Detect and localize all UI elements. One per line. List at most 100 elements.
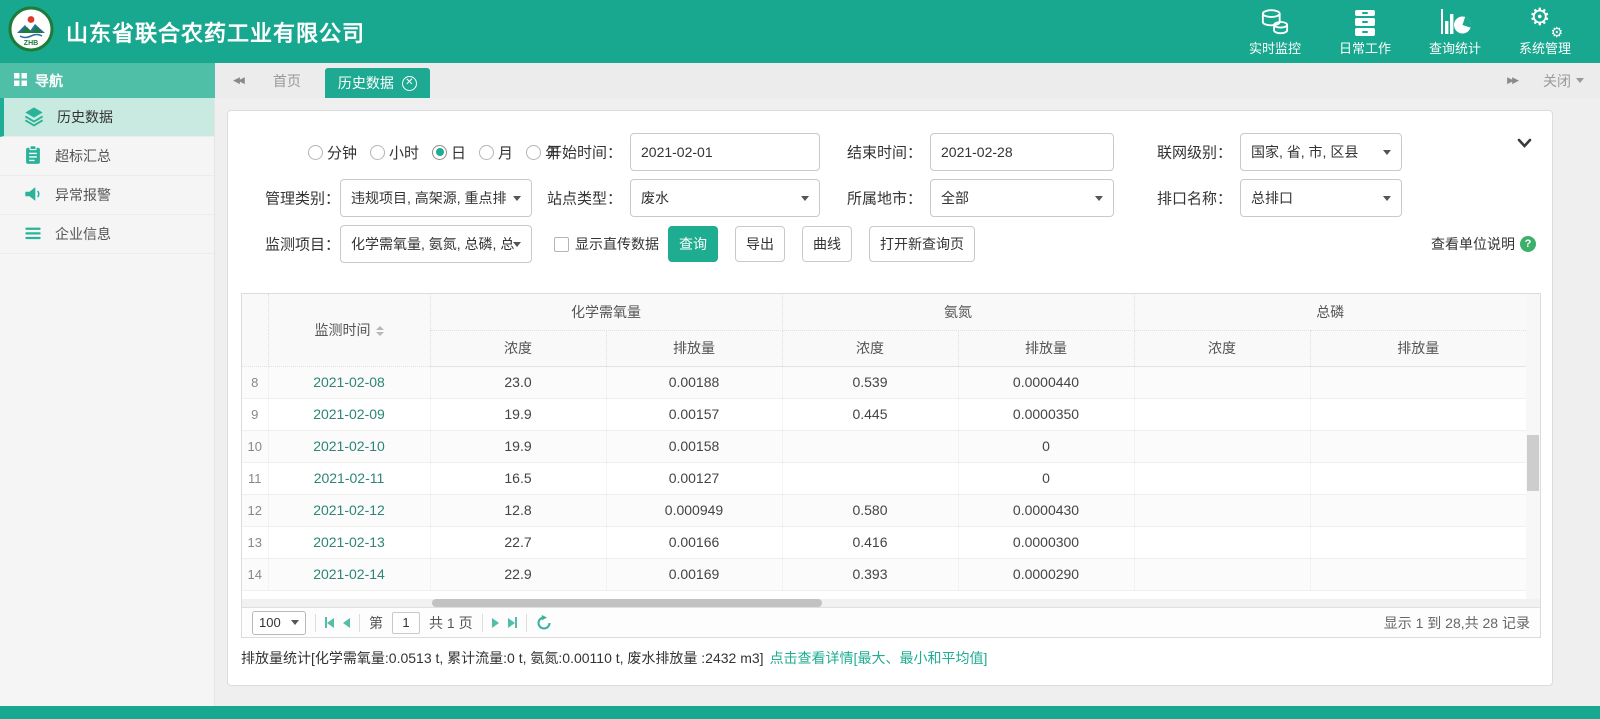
phosphorus-conc [1134, 430, 1310, 462]
date-link[interactable]: 2021-02-13 [268, 526, 430, 558]
city-select[interactable]: 全部 [930, 179, 1114, 217]
date-link[interactable]: 2021-02-12 [268, 494, 430, 526]
radio-minute[interactable]: 分钟 [308, 142, 357, 163]
close-menu-button[interactable]: 关闭 [1543, 71, 1584, 91]
ammonia-conc: 0.445 [782, 398, 958, 430]
phosphorus-emission [1310, 430, 1526, 462]
tab-home[interactable]: 首页 [249, 71, 325, 91]
date-link[interactable]: 2021-02-09 [268, 398, 430, 430]
header-sub-row: 浓度 排放量 浓度 排放量 浓度 排放量 [242, 330, 1526, 366]
refresh-icon[interactable] [536, 615, 552, 631]
sidebar-item-label: 异常报警 [55, 185, 111, 205]
monitor-item-select[interactable]: 化学需氧量, 氨氮, 总磷, 总 [340, 225, 532, 263]
site-type-select[interactable]: 废水 [630, 179, 820, 217]
filter-row-1: 分钟 小时 日 月 年 开始时间： 结束时间： 联网级别： 国家, 省, 市, … [228, 129, 1552, 175]
table-row: 8 2021-02-08 23.0 0.00188 0.539 0.000044… [242, 366, 1526, 398]
mgmt-type-select[interactable]: 违规项目, 高架源, 重点排 [340, 179, 532, 217]
caret-down-icon [1383, 150, 1391, 155]
stats-detail-link[interactable]: 点击查看详情[最大、最小和平均值] [770, 648, 988, 668]
curve-button[interactable]: 曲线 [802, 226, 852, 262]
start-time-input-wrap [630, 133, 820, 171]
horizontal-scrollbar [242, 599, 1540, 607]
date-link[interactable]: 2021-02-10 [268, 430, 430, 462]
first-page-button[interactable] [325, 617, 334, 628]
nav-item-label: 实时监控 [1249, 38, 1301, 57]
cod-emission: 0.00188 [606, 366, 782, 398]
caret-down-icon [513, 242, 521, 247]
start-time-input[interactable] [641, 144, 797, 160]
radio-day[interactable]: 日 [432, 142, 466, 163]
row-number: 13 [242, 526, 268, 558]
unit-help-label: 查看单位说明 [1431, 234, 1515, 254]
svg-text:ZHB: ZHB [24, 40, 38, 47]
export-button[interactable]: 导出 [735, 226, 785, 262]
nav-daily-work[interactable]: 日常工作 [1332, 6, 1398, 57]
query-button[interactable]: 查询 [668, 226, 718, 262]
select-value: 全部 [941, 188, 969, 208]
nav-query-statistics[interactable]: 查询统计 [1422, 6, 1488, 57]
prev-page-button[interactable] [343, 618, 350, 628]
date-link[interactable]: 2021-02-08 [268, 366, 430, 398]
filter-row-2: 管理类别： 违规项目, 高架源, 重点排 站点类型： 废水 所属地市： 全部 排… [228, 175, 1552, 221]
radio-month[interactable]: 月 [479, 142, 513, 163]
group-header-cod: 化学需氧量 [430, 294, 782, 330]
network-level-select[interactable]: 国家, 省, 市, 区县 [1240, 133, 1402, 171]
nav-realtime-monitor[interactable]: 实时监控 [1242, 6, 1308, 57]
sidebar-item-exceed-summary[interactable]: 超标汇总 [0, 137, 214, 176]
row-number: 9 [242, 398, 268, 430]
next-page-button[interactable] [492, 618, 499, 628]
table-row: 10 2021-02-10 19.9 0.00158 0 [242, 430, 1526, 462]
emission-stats-text: 排放量统计[化学需氧量:0.0513 t, 累计流量:0 t, 氨氮:0.001… [241, 648, 764, 668]
phosphorus-conc [1134, 398, 1310, 430]
group-header-phosphorus: 总磷 [1134, 294, 1526, 330]
radio-icon [370, 145, 385, 160]
vertical-scrollbar-thumb[interactable] [1527, 435, 1539, 491]
outlet-select[interactable]: 总排口 [1240, 179, 1402, 217]
page-number-input[interactable] [392, 612, 420, 634]
cod-emission: 0.00169 [606, 558, 782, 590]
cod-emission: 0.00166 [606, 526, 782, 558]
page-prefix-label: 第 [369, 613, 383, 633]
end-time-input[interactable] [941, 144, 1091, 160]
data-grid: 监测时间 化学需氧量 氨氮 总磷 浓度 排放量 浓度 排放量 浓度 排放量 [241, 293, 1541, 638]
radio-hour[interactable]: 小时 [370, 142, 419, 163]
database-icon [1260, 6, 1290, 36]
sort-icon[interactable] [376, 326, 384, 336]
last-page-button[interactable] [508, 617, 517, 628]
divider [526, 614, 527, 632]
select-value: 化学需氧量, 氨氮, 总磷, 总 [351, 234, 514, 254]
date-link[interactable]: 2021-02-14 [268, 558, 430, 590]
sidebar-item-company-info[interactable]: 企业信息 [0, 215, 214, 254]
pagination-bar: 100 第 共 1 页 [242, 607, 1540, 637]
sidebar-item-abnormal-alarm[interactable]: 异常报警 [0, 176, 214, 215]
tab-close-icon[interactable]: ✕ [402, 76, 417, 91]
layers-icon [23, 105, 45, 130]
direct-data-checkbox[interactable]: 显示直传数据 [554, 234, 659, 254]
emission-stats: 排放量统计[化学需氧量:0.0513 t, 累计流量:0 t, 氨氮:0.001… [241, 648, 987, 668]
subheader-emission: 排放量 [958, 330, 1134, 366]
nav-system-management[interactable]: ⚙⚙ 系统管理 [1512, 6, 1578, 57]
record-summary: 显示 1 到 28,共 28 记录 [1384, 613, 1530, 633]
tab-history-data[interactable]: 历史数据 ✕ [325, 68, 430, 98]
page-size-select[interactable]: 100 [252, 611, 306, 635]
unit-help-link[interactable]: 查看单位说明 ? [1431, 234, 1536, 254]
end-time-input-wrap [930, 133, 1114, 171]
group-header-ammonia: 氨氮 [782, 294, 1134, 330]
cod-conc: 19.9 [430, 398, 606, 430]
open-new-query-button[interactable]: 打开新查询页 [869, 226, 975, 262]
caret-down-icon [801, 196, 809, 201]
phosphorus-conc [1134, 366, 1310, 398]
horizontal-scrollbar-thumb[interactable] [432, 599, 822, 607]
sidebar-item-history-data[interactable]: 历史数据 [0, 98, 214, 137]
cod-emission: 0.00157 [606, 398, 782, 430]
tabs-scroll-right-icon[interactable]: ▶▶ [1501, 75, 1523, 86]
monitor-time-header[interactable]: 监测时间 [268, 294, 430, 366]
sidebar: 历史数据 超标汇总 异常报警 企业信息 [0, 98, 215, 706]
divider [359, 614, 360, 632]
phosphorus-emission [1310, 494, 1526, 526]
date-link[interactable]: 2021-02-11 [268, 462, 430, 494]
caret-down-icon [513, 196, 521, 201]
speaker-icon [23, 184, 43, 207]
filter-row-3: 监测项目： 化学需氧量, 氨氮, 总磷, 总 显示直传数据 查询 导出 曲线 打… [228, 221, 1552, 267]
tabs-scroll-left-icon[interactable]: ◀◀ [227, 75, 249, 86]
